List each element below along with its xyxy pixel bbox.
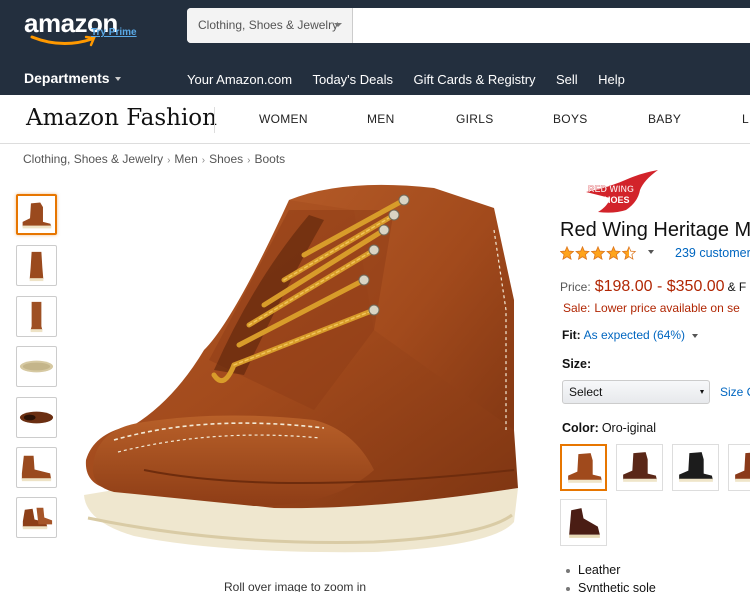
chevron-down-icon [334, 23, 342, 27]
product-title: Red Wing Heritage M [560, 219, 750, 241]
thumbnail-top[interactable] [16, 397, 57, 438]
nav-link-todays-deals[interactable]: Today's Deals [312, 72, 393, 87]
search-category-dropdown[interactable]: Clothing, Shoes & Jewelry [187, 8, 353, 43]
chevron-right-icon: › [167, 155, 171, 166]
chevron-down-icon [114, 77, 121, 82]
boot-swatch-icon [568, 453, 602, 483]
fit-label: Fit: [562, 328, 581, 342]
boot-swatch-icon [679, 452, 713, 482]
search-input[interactable] [354, 8, 750, 43]
star-icon [621, 245, 637, 260]
fashion-tab-men[interactable]: MEN [367, 112, 395, 126]
fit-row: Fit: As expected (64%) [562, 328, 699, 342]
top-header: amazon Try Prime Clothing, Shoes & Jewel… [0, 0, 750, 95]
brand-logo-line2: SHOES [598, 195, 630, 205]
fashion-nav-bar: Amazon Fashion WOMEN MEN GIRLS BOYS BABY… [0, 95, 750, 144]
star-icon [590, 245, 606, 260]
chevron-down-icon [700, 390, 704, 394]
feature-bullet: Leather [566, 561, 656, 579]
color-swatch-oro-iginal[interactable] [560, 444, 607, 491]
breadcrumb: Clothing, Shoes & Jewelry › Men › Shoes › Boot… [23, 152, 285, 166]
sale-text: Lower price available on se [594, 301, 740, 315]
star-icon [560, 245, 575, 260]
breadcrumb-item[interactable]: Boots [254, 152, 285, 166]
size-chart-link[interactable]: Size C [720, 385, 750, 399]
chevron-right-icon: › [201, 155, 206, 166]
fit-value-link[interactable]: As expected (64%) [584, 328, 685, 342]
boot-sole-thumb-icon [19, 360, 54, 373]
nav-link-gift-cards[interactable]: Gift Cards & Registry [413, 72, 535, 87]
color-value: Oro-iginal [601, 421, 656, 435]
fashion-tab-women[interactable]: WOMEN [259, 112, 308, 126]
chevron-down-icon[interactable] [692, 333, 699, 338]
size-select[interactable]: Select [562, 380, 710, 404]
color-swatch-copper[interactable] [728, 444, 750, 491]
thumbnail-back[interactable] [16, 296, 57, 337]
zoom-hint: Roll over image to zoom in [224, 580, 367, 592]
star-icon [575, 245, 590, 260]
boot-side-thumb-icon [22, 202, 52, 229]
size-label: Size: [562, 357, 592, 371]
try-prime-link[interactable]: Try Prime [91, 27, 137, 38]
price-suffix: & F [727, 280, 747, 294]
color-row: Color: Oro-iginal [562, 421, 656, 435]
color-label: Color: [562, 421, 599, 435]
fashion-tab-boys[interactable]: BOYS [553, 112, 588, 126]
reviews-link[interactable]: 239 customer [675, 246, 750, 260]
sale-row: Sale: Lower price available on se [563, 301, 740, 315]
fashion-tab-girls[interactable]: GIRLS [456, 112, 494, 126]
breadcrumb-item[interactable]: Clothing, Shoes & Jewelry [23, 152, 163, 166]
price-value: $198.00 - $350.00 [594, 278, 725, 295]
amazon-fashion-logo[interactable]: Amazon Fashion [26, 105, 217, 131]
brand-logo-line1: RED WING [588, 184, 634, 194]
nav-link-help[interactable]: Help [598, 72, 625, 87]
main-product-image[interactable] [74, 170, 524, 565]
search-bar: Clothing, Shoes & Jewelry [187, 8, 750, 43]
departments-label: Departments [24, 70, 110, 86]
feature-bullets: Leather Synthetic sole [566, 561, 656, 592]
departments-menu[interactable]: Departments [24, 70, 121, 86]
fashion-tab-truncated[interactable]: L [742, 112, 749, 126]
color-swatch-black-cherry[interactable] [560, 499, 607, 546]
sale-label: Sale: [563, 301, 591, 315]
thumbnail-front[interactable] [16, 245, 57, 286]
red-wing-brand-logo[interactable]: RED WING SHOES [578, 168, 662, 218]
fashion-tab-baby[interactable]: BABY [648, 112, 681, 126]
amazon-logo[interactable]: amazon Try Prime [24, 8, 154, 48]
nav-link-your-amazon[interactable]: Your Amazon.com [187, 72, 292, 87]
color-swatch-briar-oil-slick[interactable] [616, 444, 663, 491]
thumbnail-pair[interactable] [16, 497, 57, 538]
chevron-right-icon: › [247, 155, 251, 166]
star-rating-icon[interactable] [560, 245, 640, 261]
boot-back-thumb-icon [30, 301, 43, 333]
nav-link-sell[interactable]: Sell [556, 72, 578, 87]
boot-swatch-icon [569, 508, 600, 538]
star-icon [606, 245, 621, 260]
chevron-down-icon[interactable] [648, 250, 654, 254]
breadcrumb-item[interactable]: Shoes [209, 152, 243, 166]
price-label: Price: [560, 280, 591, 294]
size-select-value: Select [569, 385, 603, 399]
boot-front-thumb-icon [29, 251, 44, 282]
breadcrumb-item[interactable]: Men [174, 152, 197, 166]
smile-arrow-icon [30, 35, 96, 47]
divider [214, 107, 215, 133]
boot-side-alt-thumb-icon [21, 455, 52, 482]
boot-top-thumb-icon [19, 411, 54, 424]
feature-bullet: Synthetic sole [566, 579, 656, 592]
boot-swatch-icon [735, 452, 750, 482]
boot-swatch-icon [623, 452, 657, 482]
price-row: Price: $198.00 - $350.00 & F [560, 278, 746, 296]
boot-pair-thumb-icon [22, 507, 53, 530]
color-swatch-black[interactable] [672, 444, 719, 491]
thumbnail-side-alt[interactable] [16, 447, 57, 488]
thumbnail-side[interactable] [16, 194, 57, 235]
search-category-label: Clothing, Shoes & Jewelry [198, 18, 339, 32]
header-nav-links: Your Amazon.com Today's Deals Gift Cards… [187, 71, 641, 89]
thumbnail-sole[interactable] [16, 346, 57, 387]
